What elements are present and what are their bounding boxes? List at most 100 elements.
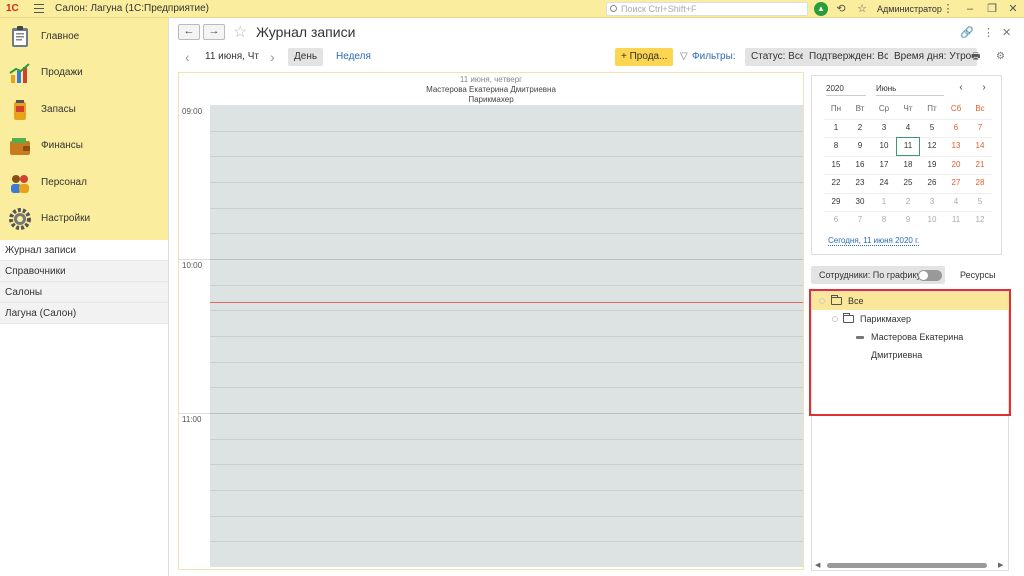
section-inventory[interactable]: Запасы	[0, 92, 168, 128]
section-staff[interactable]: Персонал	[0, 165, 168, 201]
calendar-day[interactable]: 19	[920, 156, 944, 175]
calendar-prev-icon[interactable]: ‹	[952, 80, 970, 96]
settings-icon[interactable]: ⚙	[996, 48, 1005, 66]
calendar-day[interactable]: 13	[944, 137, 968, 156]
close-icon[interactable]: ✕	[1006, 2, 1020, 16]
calendar-day[interactable]: 5	[920, 119, 944, 138]
current-date[interactable]: 11 июня, Чт	[205, 48, 259, 66]
section-finance[interactable]: Финансы	[0, 128, 168, 164]
more-icon[interactable]: ⋮	[941, 2, 955, 16]
calendar-day[interactable]: 7	[848, 211, 872, 230]
tab-employees[interactable]: Сотрудники: По графику	[811, 266, 945, 284]
calendar-day[interactable]: 4	[944, 193, 968, 212]
calendar-day[interactable]: 17	[872, 156, 896, 175]
nav-link-salons[interactable]: Салоны	[0, 282, 168, 303]
calendar-day[interactable]: 6	[824, 211, 848, 230]
forward-button[interactable]: →	[203, 24, 225, 40]
calendar-day[interactable]: 3	[872, 119, 896, 138]
next-date-icon[interactable]: ›	[270, 48, 275, 66]
calendar-month[interactable]: Июнь	[876, 82, 944, 96]
calendar-day[interactable]: 29	[824, 193, 848, 212]
calendar-day[interactable]: 11	[944, 211, 968, 230]
section-main[interactable]: Главное	[0, 19, 168, 55]
form-close-icon[interactable]: ✕	[1002, 26, 1011, 39]
title-bar: 1С Салон: Лагуна (1С:Предприятие) Поиск …	[0, 0, 1024, 18]
schedule-slots[interactable]	[210, 105, 803, 567]
calendar-today-link[interactable]: Сегодня, 11 июня 2020 г.	[828, 236, 920, 246]
nav-link-laguna-salon[interactable]: Лагуна (Салон)	[0, 303, 168, 324]
calendar-next-icon[interactable]: ›	[975, 80, 993, 96]
more-actions-icon[interactable]: ⋮	[983, 26, 994, 39]
print-icon[interactable]: 🖶	[971, 48, 980, 66]
section-label: Настройки	[41, 212, 91, 224]
calendar-day[interactable]: 22	[824, 174, 848, 193]
user-name[interactable]: Администратор	[877, 4, 942, 14]
view-day-button[interactable]: День	[288, 48, 324, 66]
section-label: Персонал	[41, 176, 87, 188]
tab-resources[interactable]: Ресурсы	[960, 266, 996, 284]
calendar-day[interactable]: 23	[848, 174, 872, 193]
notification-icon[interactable]: ▲	[814, 2, 828, 16]
calendar-day[interactable]: 20	[944, 156, 968, 175]
calendar-day[interactable]: 4	[896, 119, 920, 138]
calendar-day[interactable]: 16	[848, 156, 872, 175]
calendar-day[interactable]: 10	[920, 211, 944, 230]
calendar-day[interactable]: 10	[872, 137, 896, 156]
calendar-day[interactable]: 5	[968, 193, 992, 212]
calendar-day[interactable]: 26	[920, 174, 944, 193]
horizontal-scrollbar[interactable]: ◀ ▶	[815, 561, 1007, 569]
calendar-day[interactable]: 21	[968, 156, 992, 175]
calendar-day[interactable]: 28	[968, 174, 992, 193]
view-week-button[interactable]: Неделя	[330, 48, 377, 66]
calendar-day[interactable]: 14	[968, 137, 992, 156]
filters-label[interactable]: Фильтры:	[692, 48, 736, 66]
prev-date-icon[interactable]: ‹	[185, 48, 190, 66]
calendar-day[interactable]: 2	[848, 119, 872, 138]
calendar-day[interactable]: 3	[920, 193, 944, 212]
calendar-day[interactable]: 2	[896, 193, 920, 212]
calendar-day[interactable]: 8	[824, 137, 848, 156]
slot-line	[210, 464, 803, 465]
calendar-day[interactable]: 7	[968, 119, 992, 138]
slot-line	[210, 208, 803, 209]
calendar-day[interactable]: 24	[872, 174, 896, 193]
calendar-day[interactable]: 18	[896, 156, 920, 175]
schedule-toggle[interactable]	[918, 270, 942, 281]
section-sales[interactable]: Продажи	[0, 55, 168, 91]
calendar-day[interactable]: 12	[920, 137, 944, 156]
calendar-day[interactable]: 9	[848, 137, 872, 156]
favorite-star-icon[interactable]: ☆	[233, 22, 247, 42]
calendar-day[interactable]: 8	[872, 211, 896, 230]
calendar-day[interactable]: 15	[824, 156, 848, 175]
calendar-day[interactable]: 27	[944, 174, 968, 193]
favorites-star-icon[interactable]: ☆	[855, 2, 869, 16]
maximize-icon[interactable]: ❐	[985, 2, 999, 16]
calendar-day[interactable]: 30	[848, 193, 872, 212]
status-filter[interactable]: Статус: Все	[745, 48, 812, 66]
search-input[interactable]: Поиск Ctrl+Shift+F	[606, 2, 808, 16]
nav-link-journal[interactable]: Журнал записи	[0, 240, 168, 261]
weekday-header: Ср	[878, 104, 890, 113]
calendar-day[interactable]: 1	[824, 119, 848, 138]
scroll-right-icon[interactable]: ▶	[998, 561, 1003, 569]
section-settings[interactable]: Настройки	[0, 201, 168, 237]
time-of-day-filter[interactable]: Время дня: Утро	[888, 48, 978, 66]
calendar-day[interactable]: 6	[944, 119, 968, 138]
link-icon[interactable]: 🔗	[960, 26, 974, 39]
scroll-thumb[interactable]	[827, 563, 987, 568]
menu-icon[interactable]	[34, 4, 44, 13]
calendar-year[interactable]: 2020	[826, 82, 866, 96]
calendar-day[interactable]: 1	[872, 193, 896, 212]
nav-link-references[interactable]: Справочники	[0, 261, 168, 282]
sell-button[interactable]: + Прода...	[615, 48, 674, 66]
scroll-left-icon[interactable]: ◀	[815, 561, 820, 569]
history-icon[interactable]: ⟲	[834, 2, 848, 16]
minimize-icon[interactable]: –	[963, 2, 977, 16]
calendar-day[interactable]: 25	[896, 174, 920, 193]
back-button[interactable]: ←	[178, 24, 200, 40]
calendar-day[interactable]: 12	[968, 211, 992, 230]
confirmed-filter[interactable]: Подтвержден: Все	[803, 48, 901, 66]
weekday-header: Чт	[903, 104, 913, 113]
calendar-day[interactable]: 9	[896, 211, 920, 230]
calendar-day[interactable]: 11	[896, 137, 920, 156]
